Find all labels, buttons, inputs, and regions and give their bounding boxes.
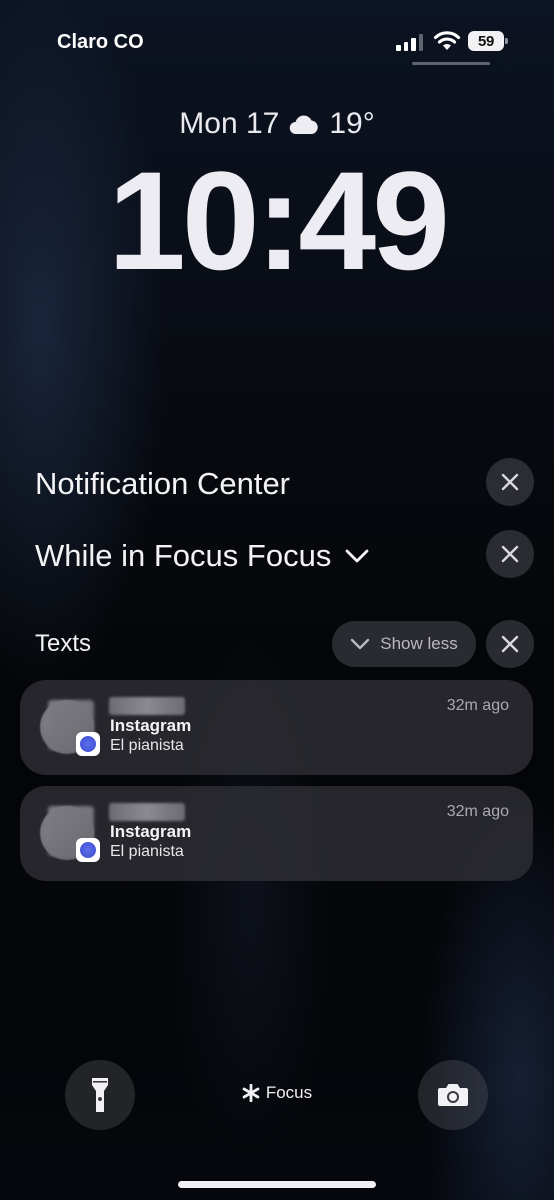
lock-clock: 10:49 [107,142,450,299]
texts-group-label: Texts [35,630,92,657]
notification-time: 32m ago [446,803,509,820]
sender-name-redacted [109,803,185,821]
cloud-icon [290,115,319,135]
close-icon [501,473,519,491]
date-weather-row: Mon 17 19° [0,107,554,141]
clear-notification-center-button[interactable] [486,458,534,506]
notification-app-name: Instagram [110,716,192,735]
wifi-icon [433,31,461,50]
notification-app-name: Instagram [110,822,192,841]
camera-icon [438,1084,468,1106]
show-less-label: Show less [380,634,458,653]
battery-level: 59 [477,32,495,50]
close-icon [501,545,519,563]
camera-button[interactable] [418,1060,488,1130]
lock-date: Mon 17 [179,107,280,140]
notification-card[interactable]: Instagram El pianista 32m ago [20,786,533,881]
control-center-indicator[interactable] [412,62,490,65]
chevron-down-icon [345,549,369,563]
close-icon [501,635,519,653]
notification-message: El pianista [110,737,184,754]
notification-center-title: Notification Center [35,466,291,501]
focus-section-title: While in Focus Focus [35,538,332,573]
focus-label: Focus [265,1083,313,1102]
chevron-down-icon [351,638,370,650]
cellular-signal-icon [396,33,424,51]
instagram-app-icon [76,732,100,756]
asterisk-icon [242,1084,260,1102]
instagram-app-icon [76,838,100,862]
battery-icon: 59 [468,31,508,51]
sender-name-redacted [109,697,185,715]
temperature: 19° [329,107,375,140]
clear-focus-section-button[interactable] [486,530,534,578]
notification-message: El pianista [110,843,184,860]
notification-card[interactable]: Instagram El pianista 32m ago [20,680,533,775]
carrier-name: Claro CO [57,31,144,53]
notification-time: 32m ago [446,697,509,714]
focus-section-header[interactable]: While in Focus Focus [35,538,369,574]
clear-texts-group-button[interactable] [486,620,534,668]
home-indicator[interactable] [178,1181,376,1188]
show-less-button[interactable]: Show less [332,621,476,667]
